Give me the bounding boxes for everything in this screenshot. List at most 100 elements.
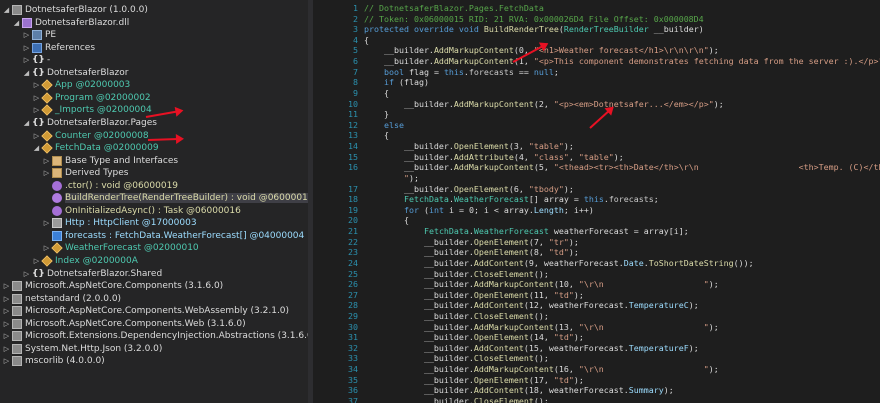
code-token: weatherForecast = array[i]; — [548, 226, 689, 237]
expand-toggle-icon[interactable]: ◢ — [2, 4, 11, 16]
code-token: CloseElement — [473, 268, 534, 279]
code-line: 25 __builder.CloseElement(); — [313, 269, 549, 280]
namespace-icon: {} — [32, 117, 45, 128]
tree-node-label: mscorlib (4.0.0.0) — [25, 356, 105, 367]
expand-toggle-icon[interactable]: ▷ — [42, 217, 51, 229]
tree-node[interactable]: ▷ App @02000003 — [0, 79, 130, 91]
code-token: ); — [613, 151, 624, 162]
code-token: (11, — [528, 289, 554, 300]
tree-node[interactable]: ▷ Microsoft.AspNetCore.Components (3.1.6.… — [0, 280, 223, 292]
code-token: TemperatureC — [628, 300, 689, 311]
line-number: 35 — [348, 374, 358, 385]
expand-toggle-icon[interactable]: ◢ — [22, 117, 31, 129]
namespace-icon: {} — [32, 268, 45, 279]
tree-node[interactable]: ▷{} - — [0, 54, 50, 66]
tree-node[interactable]: ▷ Microsoft.AspNetCore.Components.WebAsse… — [0, 305, 289, 317]
code-token: OpenElement — [473, 289, 529, 300]
assembly-explorer-tree[interactable]: ◢ DotnetsaferBlazor (1.0.0.0) ◢ Dotnetsafer… — [0, 0, 308, 403]
assembly-icon — [12, 356, 22, 367]
folder-icon — [52, 155, 62, 166]
code-token: "<thead><tr><th>Date</th>\r\n <th>Temp. … — [553, 162, 880, 173]
expand-toggle-icon[interactable]: ▷ — [2, 343, 11, 355]
expand-toggle-icon[interactable]: ▷ — [2, 293, 11, 305]
tree-node[interactable]: .ctor() : void @06000019 — [0, 180, 178, 192]
expand-toggle-icon[interactable]: ▷ — [2, 330, 11, 342]
tree-node[interactable]: ▷ Index @0200000A — [0, 255, 138, 267]
expand-toggle-icon[interactable]: ▷ — [2, 305, 11, 317]
tree-node[interactable]: ◢ DotnetsaferBlazor.dll — [0, 17, 129, 29]
tree-node[interactable]: ▷ _Imports @02000004 — [0, 104, 152, 117]
expand-toggle-icon[interactable]: ▷ — [32, 79, 41, 91]
line-number: 36 — [348, 385, 358, 396]
expand-toggle-icon[interactable]: ▷ — [22, 54, 31, 66]
expand-toggle-icon[interactable]: ▷ — [32, 104, 41, 116]
expand-toggle-icon[interactable]: ▷ — [22, 29, 31, 41]
code-token: this — [443, 66, 464, 77]
code-token: "tbody" — [528, 183, 564, 194]
expand-toggle-icon[interactable]: ▷ — [2, 280, 11, 292]
expand-toggle-icon[interactable]: ▷ — [32, 255, 41, 267]
tree-node[interactable]: BuildRenderTree(RenderTreeBuilder) : voi… — [0, 192, 308, 204]
expand-toggle-icon[interactable]: ▷ — [2, 318, 11, 330]
tree-node[interactable]: ▷ mscorlib (4.0.0.0) — [0, 355, 105, 367]
code-token: (12, weatherForecast. — [523, 300, 629, 311]
expand-toggle-icon[interactable]: ▷ — [42, 242, 51, 254]
expand-toggle-icon[interactable]: ▷ — [32, 130, 41, 142]
tree-node[interactable]: ▷ netstandard (2.0.0.0) — [0, 293, 121, 305]
tree-node[interactable]: ◢ DotnetsaferBlazor (1.0.0.0) — [0, 4, 148, 16]
references-icon — [32, 42, 42, 53]
line-number: 34 — [348, 364, 358, 375]
expand-toggle-icon[interactable]: ▷ — [32, 92, 41, 104]
code-token: bool — [383, 66, 404, 77]
tree-node[interactable]: ◢{} DotnetsaferBlazor — [0, 67, 129, 79]
tree-node[interactable]: ◢ FetchData @02000009 — [0, 142, 159, 154]
tree-node[interactable]: ▷ Program @02000002 — [0, 92, 151, 104]
code-token: CloseElement — [473, 310, 534, 321]
line-number: 10 — [348, 98, 358, 109]
tree-node[interactable]: ▷ Counter @02000008 — [0, 129, 149, 142]
code-token: if — [383, 77, 394, 88]
code-token: __builder. — [364, 183, 454, 194]
tree-node[interactable]: ◢{} DotnetsaferBlazor.Pages — [0, 117, 157, 129]
tree-node[interactable]: ▷ PE — [0, 29, 56, 41]
expand-toggle-icon[interactable]: ▷ — [2, 355, 11, 367]
expand-toggle-icon[interactable]: ▷ — [22, 42, 31, 54]
assembly-icon — [12, 281, 22, 292]
tree-node[interactable]: ▷{} DotnetsaferBlazor.Shared — [0, 268, 162, 280]
tree-node[interactable]: ▷ References — [0, 42, 95, 54]
tree-node[interactable]: ▷ Http : HttpClient @17000003 — [0, 217, 197, 229]
expand-toggle-icon[interactable]: ▷ — [42, 167, 51, 179]
code-token: "td" — [553, 374, 574, 385]
tree-node[interactable]: forecasts : FetchData.WeatherForecast[] … — [0, 230, 304, 242]
tree-node[interactable]: ▷ Microsoft.AspNetCore.Components.Web (3.… — [0, 318, 246, 330]
code-token: __builder. — [364, 268, 474, 279]
code-line: 6 __builder.AddMarkupContent(1, "<p>This… — [313, 56, 880, 67]
tree-node-label: netstandard (2.0.0.0) — [25, 293, 122, 304]
code-token: [] array = — [528, 194, 584, 205]
tree-node[interactable]: ▷ Microsoft.Extensions.DependencyInjectio… — [0, 330, 308, 342]
tree-node[interactable]: OnInitializedAsync() : Task @06000016 — [0, 205, 241, 217]
expand-toggle-icon[interactable]: ◢ — [32, 142, 41, 154]
tree-node[interactable]: ▷ System.Net.Http.Json (3.2.0.0) — [0, 343, 162, 355]
expand-toggle-icon[interactable]: ▷ — [22, 268, 31, 280]
line-number: 37 — [348, 395, 358, 403]
code-line: 20 { — [313, 215, 409, 226]
code-token: ); — [568, 247, 579, 258]
code-token: (17, — [528, 374, 554, 385]
line-number: 13 — [348, 130, 358, 141]
tree-node[interactable]: ▷ WeatherForecast @02000010 — [0, 242, 199, 255]
expand-toggle-icon[interactable]: ◢ — [12, 17, 21, 29]
code-token: CloseElement — [473, 395, 534, 403]
tree-node-label: Base Type and Interfaces — [65, 155, 179, 166]
code-token: "<p><em>Dotnetsafer...</em></p>" — [553, 98, 714, 109]
decompiled-code-editor[interactable]: 1 // DotnetsaferBlazor.Pages.FetchData 2 //… — [313, 0, 880, 403]
expand-toggle-icon[interactable]: ▷ — [42, 155, 51, 167]
tree-node[interactable]: ▷ Base Type and Interfaces — [0, 155, 178, 167]
expand-toggle-icon[interactable]: ◢ — [22, 67, 31, 79]
tree-node[interactable]: ▷ Derived Types — [0, 167, 128, 179]
code-token: "\r\n " — [578, 364, 709, 375]
code-token: BuildRenderTree — [483, 24, 559, 35]
line-number: 27 — [348, 289, 358, 300]
code-token: __builder. — [364, 141, 454, 152]
